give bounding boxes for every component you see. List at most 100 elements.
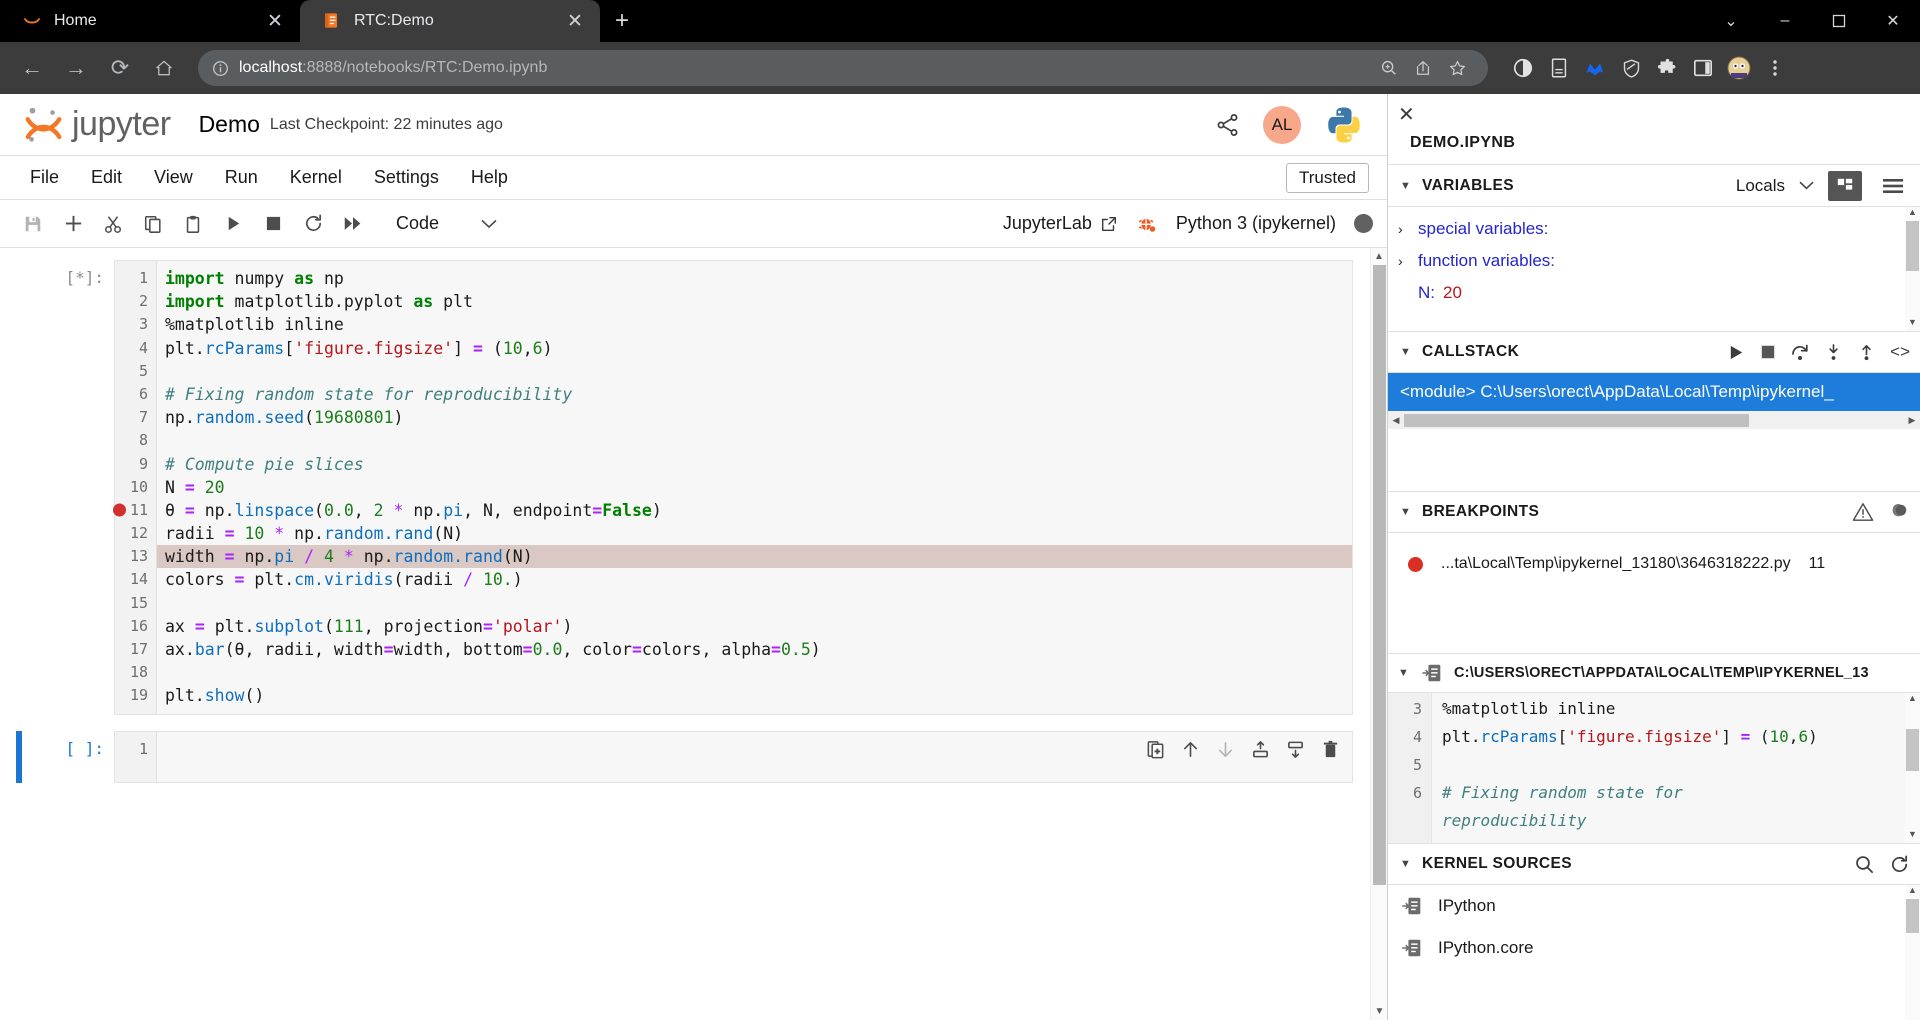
avatar[interactable]: AL xyxy=(1263,106,1301,144)
step-over-button[interactable] xyxy=(1790,342,1810,362)
breakpoint-dot-icon[interactable] xyxy=(1408,557,1423,572)
move-cell-up-icon[interactable] xyxy=(1181,740,1200,759)
variables-scrollbar[interactable]: ▲ ▼ xyxy=(1905,207,1920,331)
close-window-button[interactable]: ✕ xyxy=(1866,0,1920,42)
open-jupyterlab-link[interactable]: JupyterLab xyxy=(1003,213,1118,234)
variables-group-row[interactable]: › function variables: xyxy=(1398,245,1920,277)
share-nodes-icon[interactable] xyxy=(1215,112,1241,138)
back-icon[interactable]: ← xyxy=(12,48,52,88)
duplicate-cell-icon[interactable] xyxy=(1146,740,1165,759)
chevron-right-icon[interactable]: › xyxy=(1398,221,1410,237)
kernel-sources-section-header[interactable]: ▼ KERNEL SOURCES xyxy=(1388,843,1920,885)
run-cell-button[interactable] xyxy=(214,205,252,243)
scrollbar-thumb[interactable] xyxy=(1906,221,1919,271)
terminate-button[interactable] xyxy=(1760,344,1776,360)
caret-down-icon[interactable]: ▼ xyxy=(1398,667,1412,679)
scroll-down-icon[interactable]: ▼ xyxy=(1905,317,1920,331)
variables-scope-select[interactable]: Locals xyxy=(1736,176,1814,196)
profile-avatar-icon[interactable] xyxy=(1722,51,1756,85)
share-icon[interactable] xyxy=(1406,51,1440,85)
notebook-name[interactable]: Demo xyxy=(199,111,260,138)
maximize-window-button[interactable] xyxy=(1812,0,1866,42)
browser-tab-rtc-demo[interactable]: RTC:Demo ✕ xyxy=(300,0,600,42)
move-cell-down-icon[interactable] xyxy=(1216,740,1235,759)
menu-edit[interactable]: Edit xyxy=(79,162,134,193)
scroll-up-icon[interactable]: ▲ xyxy=(1371,248,1387,265)
scrollbar-thumb[interactable] xyxy=(1906,729,1919,771)
bug-icon[interactable] xyxy=(1136,213,1158,235)
restart-run-all-button[interactable] xyxy=(334,205,372,243)
side-panel-icon[interactable] xyxy=(1686,51,1720,85)
caret-down-icon[interactable]: ▼ xyxy=(1400,858,1414,870)
notebook-scrollbar[interactable]: ▲ ▼ xyxy=(1370,248,1387,1020)
variables-section-header[interactable]: ▼ VARIABLES Locals xyxy=(1388,165,1920,207)
zoom-icon[interactable] xyxy=(1372,51,1406,85)
copy-cell-button[interactable] xyxy=(134,205,172,243)
trusted-badge[interactable]: Trusted xyxy=(1286,163,1369,193)
reader-mode-icon[interactable] xyxy=(1542,51,1576,85)
delete-cell-icon[interactable] xyxy=(1321,740,1340,759)
tab-search-icon[interactable]: ⌄ xyxy=(1704,0,1758,42)
notebook-cell[interactable]: [*]: 12345678910111213141516171819 impor… xyxy=(0,260,1387,715)
caret-down-icon[interactable]: ▼ xyxy=(1400,506,1414,518)
cell-editor[interactable]: 1 xyxy=(114,731,1353,783)
scroll-up-icon[interactable]: ▲ xyxy=(1905,885,1920,899)
scroll-up-icon[interactable]: ▲ xyxy=(1905,693,1920,707)
breakpoint-dot-icon[interactable] xyxy=(113,504,126,517)
scroll-down-icon[interactable]: ▼ xyxy=(1371,1003,1387,1020)
close-icon[interactable]: ✕ xyxy=(564,12,586,31)
restart-kernel-button[interactable] xyxy=(294,205,332,243)
paste-cell-button[interactable] xyxy=(174,205,212,243)
cut-cell-button[interactable] xyxy=(94,205,132,243)
scroll-up-icon[interactable]: ▲ xyxy=(1905,207,1920,221)
step-into-button[interactable] xyxy=(1824,343,1843,362)
scroll-left-icon[interactable]: ◀ xyxy=(1388,415,1404,426)
kernel-sources-list[interactable]: IPython IPython.core ▲ xyxy=(1388,885,1920,1020)
new-tab-button[interactable]: + xyxy=(600,0,644,42)
menu-run[interactable]: Run xyxy=(213,162,270,193)
remove-breakpoints-icon[interactable] xyxy=(1888,502,1910,522)
menu-settings[interactable]: Settings xyxy=(362,162,451,193)
kernel-source-row[interactable]: IPython xyxy=(1388,885,1920,927)
variables-group-row[interactable]: › special variables: xyxy=(1398,213,1920,245)
close-icon[interactable]: ✕ xyxy=(264,12,286,31)
scrollbar-thumb[interactable] xyxy=(1373,265,1386,885)
chrome-menu-icon[interactable] xyxy=(1758,51,1792,85)
continue-button[interactable] xyxy=(1727,343,1746,362)
menu-help[interactable]: Help xyxy=(459,162,520,193)
home-icon[interactable] xyxy=(144,48,184,88)
shield-icon[interactable] xyxy=(1614,51,1648,85)
breakpoints-section-header[interactable]: ▼ BREAKPOINTS xyxy=(1388,491,1920,533)
insert-cell-button[interactable] xyxy=(54,205,92,243)
address-bar[interactable]: localhost:8888/notebooks/RTC:Demo.ipynb xyxy=(198,50,1488,86)
malwarebytes-icon[interactable] xyxy=(1578,51,1612,85)
callstack-frame-row[interactable]: <module> C:\Users\orect\AppData\Local\Te… xyxy=(1388,373,1920,411)
scrollbar-thumb[interactable] xyxy=(1404,414,1749,427)
kernel-name-label[interactable]: Python 3 (ipykernel) xyxy=(1176,213,1336,234)
breakpoint-row[interactable]: ...ta\Local\Temp\ipykernel_13180\3646318… xyxy=(1388,555,1920,573)
scroll-down-icon[interactable]: ▼ xyxy=(1905,829,1920,843)
kernel-status-indicator[interactable] xyxy=(1354,214,1373,233)
reload-icon[interactable]: ⟳ xyxy=(100,48,140,88)
refresh-icon[interactable] xyxy=(1889,854,1910,875)
scroll-right-icon[interactable]: ▶ xyxy=(1904,415,1920,426)
kernel-sources-scrollbar[interactable]: ▲ xyxy=(1905,885,1920,1020)
python-logo-icon[interactable] xyxy=(1323,104,1365,146)
bookmark-star-icon[interactable] xyxy=(1440,51,1474,85)
source-code-viewer[interactable]: 3456 %matplotlib inlineplt.rcParams['fig… xyxy=(1388,693,1920,843)
cell-type-select[interactable]: Code xyxy=(388,209,505,238)
insert-cell-above-icon[interactable] xyxy=(1251,740,1270,759)
table-view-icon[interactable] xyxy=(1876,171,1910,201)
search-icon[interactable] xyxy=(1854,854,1875,875)
callstack-horizontal-scrollbar[interactable]: ◀ ▶ xyxy=(1388,411,1920,429)
caret-down-icon[interactable]: ▼ xyxy=(1400,346,1414,358)
jupyter-logo[interactable]: jupyter xyxy=(22,103,171,147)
minimize-window-button[interactable]: – xyxy=(1758,0,1812,42)
caret-down-icon[interactable]: ▼ xyxy=(1400,180,1414,192)
forward-icon[interactable]: → xyxy=(56,48,96,88)
dark-reader-icon[interactable] xyxy=(1506,51,1540,85)
info-circle-icon[interactable] xyxy=(212,60,229,77)
code-area[interactable]: import numpy as npimport matplotlib.pypl… xyxy=(157,261,1352,714)
tree-view-icon[interactable] xyxy=(1828,171,1862,201)
evaluate-code-button[interactable]: <> xyxy=(1890,342,1910,362)
